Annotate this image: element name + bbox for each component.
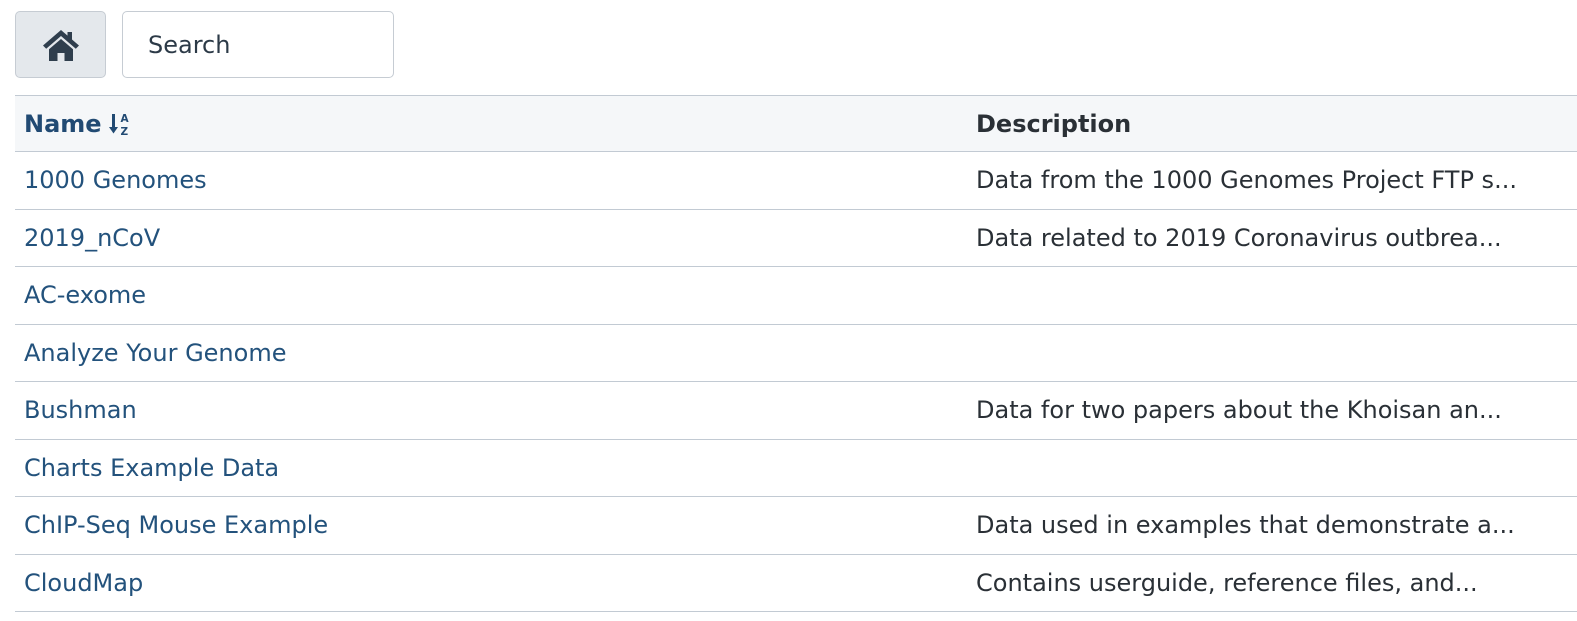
home-button[interactable] [15,11,106,78]
svg-text:Z: Z [120,126,128,138]
dataset-name-link[interactable]: ChIP-Seq Mouse Example [24,497,328,554]
table-row: AC-exome [15,267,1577,325]
table-row: CloudMap Contains userguide, reference fi… [15,555,1577,612]
dataset-description: Data related to 2019 Coronavirus outbrea… [976,223,1502,252]
home-icon [42,29,79,61]
dataset-name-link[interactable]: 2019_nCoV [24,210,160,267]
table-row: 1000 Genomes Data from the 1000 Genomes P… [15,152,1577,210]
dataset-description: Contains userguide, reference files, and… [976,568,1478,597]
dataset-description: Data from the 1000 Genomes Project FTP s… [976,166,1517,195]
dataset-name-link[interactable]: Bushman [24,382,137,439]
description-column-header: Description [976,109,1132,138]
toolbar [15,11,394,78]
table-row: Charts Example Data [15,440,1577,497]
dataset-name-link[interactable]: CloudMap [24,555,143,612]
dataset-name-link[interactable]: Analyze Your Genome [24,325,286,382]
table-row: Analyze Your Genome [15,325,1577,382]
dataset-name-link[interactable]: 1000 Genomes [24,152,207,209]
sort-alpha-down-icon[interactable]: A Z [108,110,134,138]
dataset-description: Data for two papers about the Khoisan an… [976,396,1502,425]
svg-text:A: A [120,113,129,125]
dataset-name-link[interactable]: AC-exome [24,267,146,324]
table-body: 1000 Genomes Data from the 1000 Genomes P… [15,152,1577,612]
dataset-name-link[interactable]: Charts Example Data [24,440,279,497]
search-input[interactable] [122,11,394,78]
name-column-header[interactable]: Name A Z [24,96,134,151]
table-row: Bushman Data for two papers about the Kho… [15,382,1577,440]
table-row: 2019_nCoV Data related to 2019 Coronaviru… [15,210,1577,267]
name-column-label: Name [24,109,102,138]
data-library-table: Name A Z Description 1000 Genomes Data fr… [15,95,1577,612]
table-header: Name A Z Description [15,95,1577,152]
table-row: ChIP-Seq Mouse Example Data used in examp… [15,497,1577,555]
dataset-description: Data used in examples that demonstrate a… [976,511,1515,540]
